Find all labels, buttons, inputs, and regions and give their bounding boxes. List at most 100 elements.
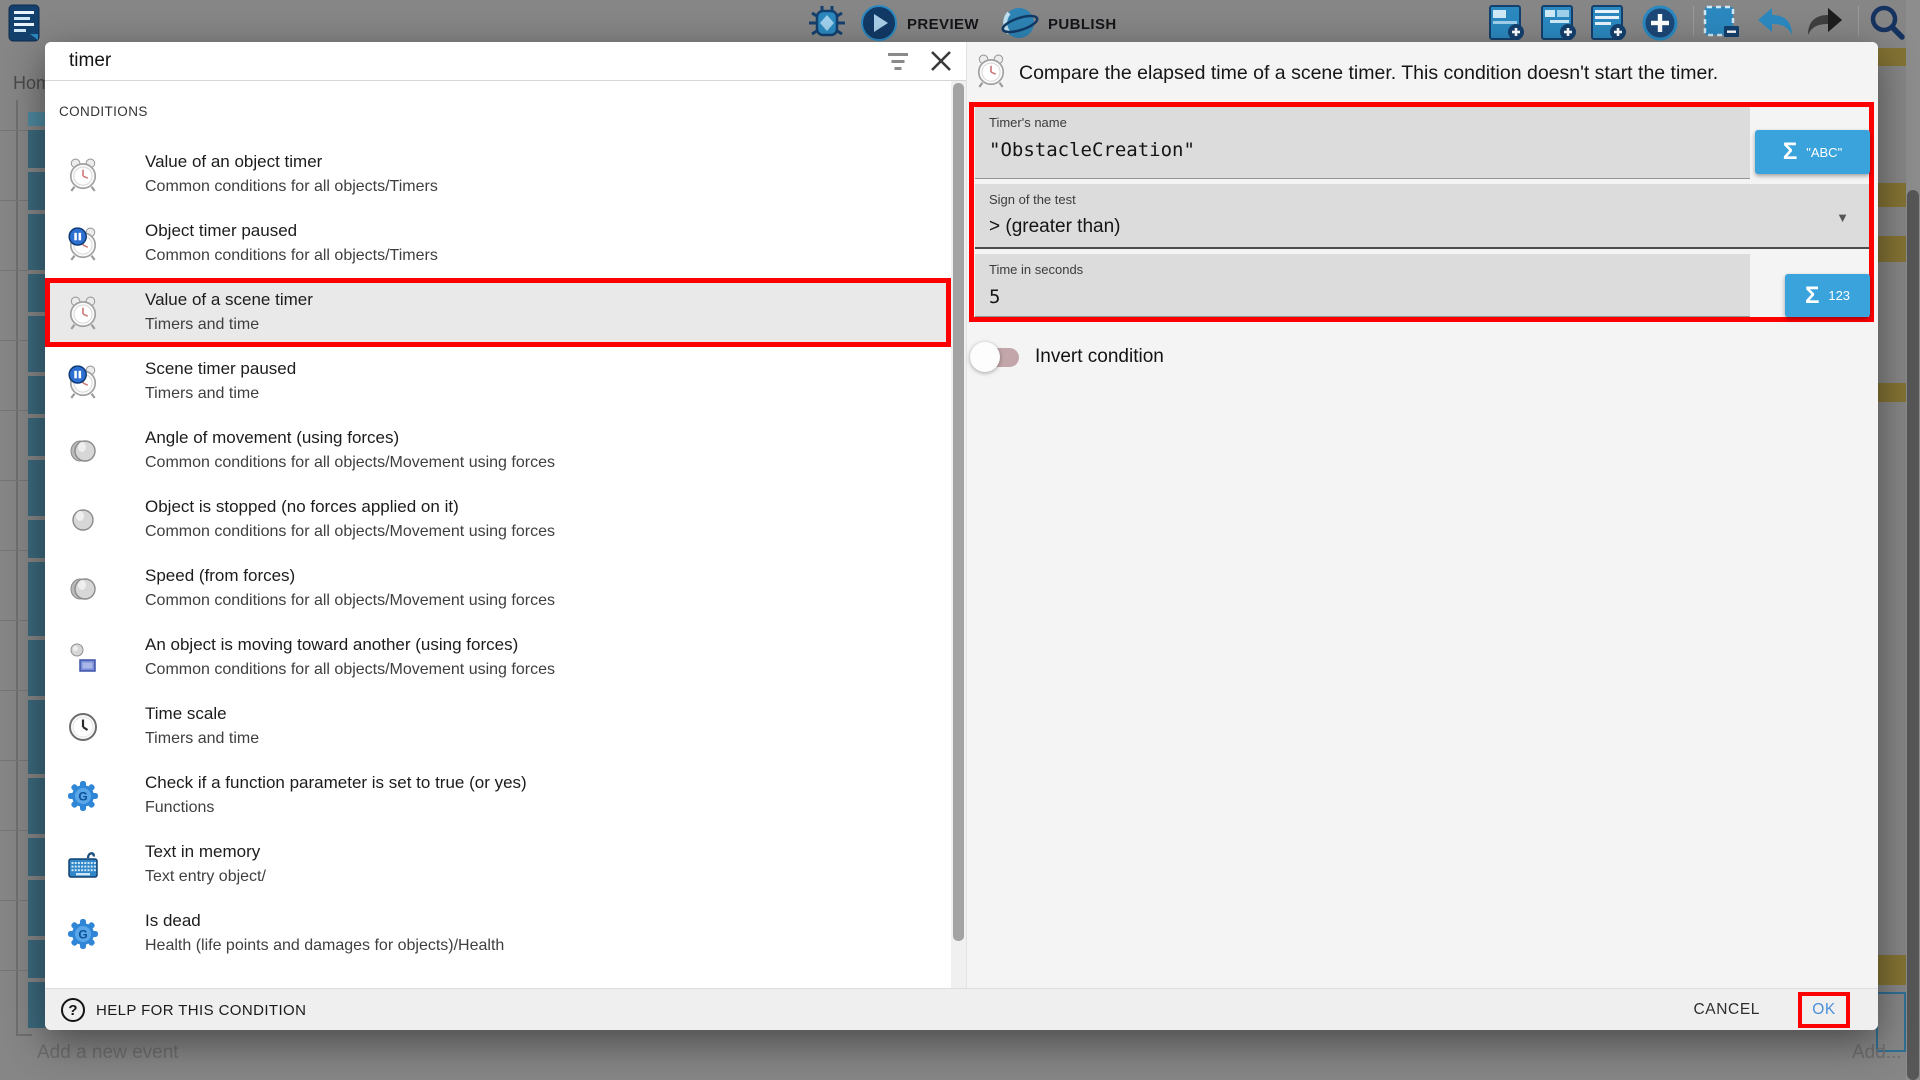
sign-of-test-value[interactable]: > (greater than) [989, 216, 1121, 238]
event-block [28, 376, 46, 414]
ok-button[interactable]: OK [1812, 1001, 1836, 1019]
sign-of-test-select[interactable]: Sign of the test > (greater than) ▼ [975, 184, 1869, 249]
condition-title: Text in memory [145, 841, 266, 862]
dialog-footer: ? HELP FOR THIS CONDITION CANCEL OK [45, 988, 1878, 1030]
chevron-down-icon[interactable]: ▼ [1836, 210, 1849, 225]
condition-title: Check if a function parameter is set to … [145, 772, 527, 793]
search-icon[interactable] [1864, 4, 1910, 47]
time-seconds-value[interactable]: 5 [989, 286, 1000, 308]
list-scrollbar-thumb[interactable] [953, 83, 964, 941]
text-entry-icon [63, 845, 103, 885]
add-comment-icon[interactable] [1590, 4, 1630, 47]
timer-name-value[interactable]: "ObstacleCreation" [989, 139, 1195, 161]
condition-item[interactable]: Scene timer pausedTimers and time [45, 347, 951, 416]
timer-name-field[interactable]: Timer's name "ObstacleCreation" [975, 107, 1750, 179]
divider [45, 80, 967, 81]
string-expression-button[interactable]: Σ "ABC" [1755, 130, 1870, 174]
scene-timer-icon [63, 293, 103, 333]
preview-button[interactable]: PREVIEW [907, 16, 979, 33]
event-block [28, 700, 46, 774]
condition-item-selected[interactable]: Value of a scene timerTimers and time [45, 278, 951, 347]
condition-item[interactable]: Speed (from forces) Common conditions for… [45, 554, 951, 623]
project-manager-icon[interactable] [8, 4, 40, 47]
event-separator [0, 690, 28, 691]
condition-item[interactable]: Angle of movement (using forces)Common c… [45, 416, 951, 485]
ok-highlight-box: OK [1798, 992, 1850, 1028]
conditions-list: Value of an object timer Common condition… [45, 140, 951, 968]
event-separator [0, 900, 28, 901]
condition-description: Compare the elapsed time of a scene time… [1019, 62, 1718, 85]
function-icon: G [63, 914, 103, 954]
condition-item[interactable]: Text in memory Text entry object/ [45, 830, 951, 899]
condition-subtitle: Common conditions for all objects/Moveme… [145, 591, 555, 612]
parameters-highlight-box: Timer's name "ObstacleCreation" Σ "ABC" … [969, 102, 1874, 322]
debug-bug-icon[interactable] [806, 5, 848, 46]
search-bar [45, 42, 967, 80]
condition-item[interactable]: Object is stopped (no forces applied on … [45, 485, 951, 554]
condition-title: An object is moving toward another (usin… [145, 634, 555, 655]
angle-movement-icon [63, 431, 103, 471]
event-block [28, 640, 46, 696]
add-event-icon[interactable] [1488, 4, 1528, 47]
condition-subtitle: Common conditions for all objects/Moveme… [145, 453, 555, 474]
event-text-block [1878, 236, 1906, 262]
paste-icon[interactable] [1702, 4, 1744, 47]
number-expression-button[interactable]: Σ 123 [1785, 274, 1870, 317]
condition-subtitle: Common conditions for all objects/Timers [145, 246, 438, 267]
condition-item[interactable]: GIs deadHealth (life points and damages … [45, 899, 951, 968]
events-scrollbar-thumb[interactable] [1907, 190, 1919, 1080]
undo-icon[interactable] [1754, 5, 1798, 46]
condition-title: Is dead [145, 910, 504, 931]
event-block [28, 274, 46, 312]
filter-icon[interactable] [885, 51, 911, 73]
add-new-event-button[interactable]: Add a new event [37, 1042, 179, 1064]
add-button[interactable]: Add... [1852, 1042, 1902, 1064]
publish-globe-icon[interactable] [1000, 5, 1040, 46]
num-button-label: 123 [1828, 288, 1850, 303]
field-label: Sign of the test [989, 192, 1076, 207]
event-text-block [1878, 383, 1906, 402]
event-tree-corner [16, 1034, 32, 1036]
invert-condition-label: Invert condition [1035, 346, 1164, 368]
condition-title: Value of a scene timer [145, 289, 313, 310]
instruction-editor-dialog: CONDITIONS Value of an object timerCommo… [45, 42, 1878, 1030]
event-block [28, 940, 46, 978]
event-separator [0, 760, 28, 761]
event-block [28, 112, 46, 126]
condition-subtitle: Text entry object/ [145, 867, 266, 888]
event-block [28, 982, 46, 1028]
condition-item[interactable]: Object timer pausedCommon conditions for… [45, 209, 951, 278]
time-seconds-field[interactable]: Time in seconds 5 [975, 254, 1750, 317]
condition-title: Speed (from forces) [145, 565, 555, 586]
toolbar-separator [1858, 6, 1859, 36]
cancel-button[interactable]: CANCEL [1694, 989, 1760, 1030]
invert-condition-toggle[interactable] [973, 345, 1019, 369]
preview-play-icon[interactable] [860, 4, 898, 47]
event-block [28, 214, 46, 270]
event-block [28, 316, 46, 372]
help-icon: ? [61, 998, 85, 1022]
search-input[interactable] [69, 47, 849, 75]
time-scale-icon [63, 707, 103, 747]
event-separator [0, 970, 28, 971]
condition-item[interactable]: Value of an object timerCommon condition… [45, 140, 951, 209]
condition-title: Value of an object timer [145, 151, 438, 172]
add-subevent-icon[interactable] [1540, 4, 1580, 47]
object-timer-icon [63, 155, 103, 195]
add-circle-icon[interactable] [1641, 4, 1681, 47]
redo-icon[interactable] [1802, 5, 1846, 46]
condition-subtitle: Timers and time [145, 729, 259, 750]
close-icon[interactable] [929, 49, 953, 73]
condition-subtitle: Functions [145, 798, 527, 819]
condition-item[interactable]: Time scale Timers and time [45, 692, 951, 761]
event-block [28, 172, 46, 210]
abc-button-label: "ABC" [1806, 145, 1842, 160]
help-button[interactable]: ? HELP FOR THIS CONDITION [61, 989, 306, 1030]
event-separator [0, 620, 28, 621]
condition-item[interactable]: An object is moving toward another (usin… [45, 623, 951, 692]
condition-item[interactable]: GCheck if a function parameter is set to… [45, 761, 951, 830]
timer-paused-icon [63, 224, 103, 264]
publish-button[interactable]: PUBLISH [1048, 16, 1117, 33]
condition-title: Time scale [145, 703, 259, 724]
svg-text:G: G [78, 927, 87, 941]
